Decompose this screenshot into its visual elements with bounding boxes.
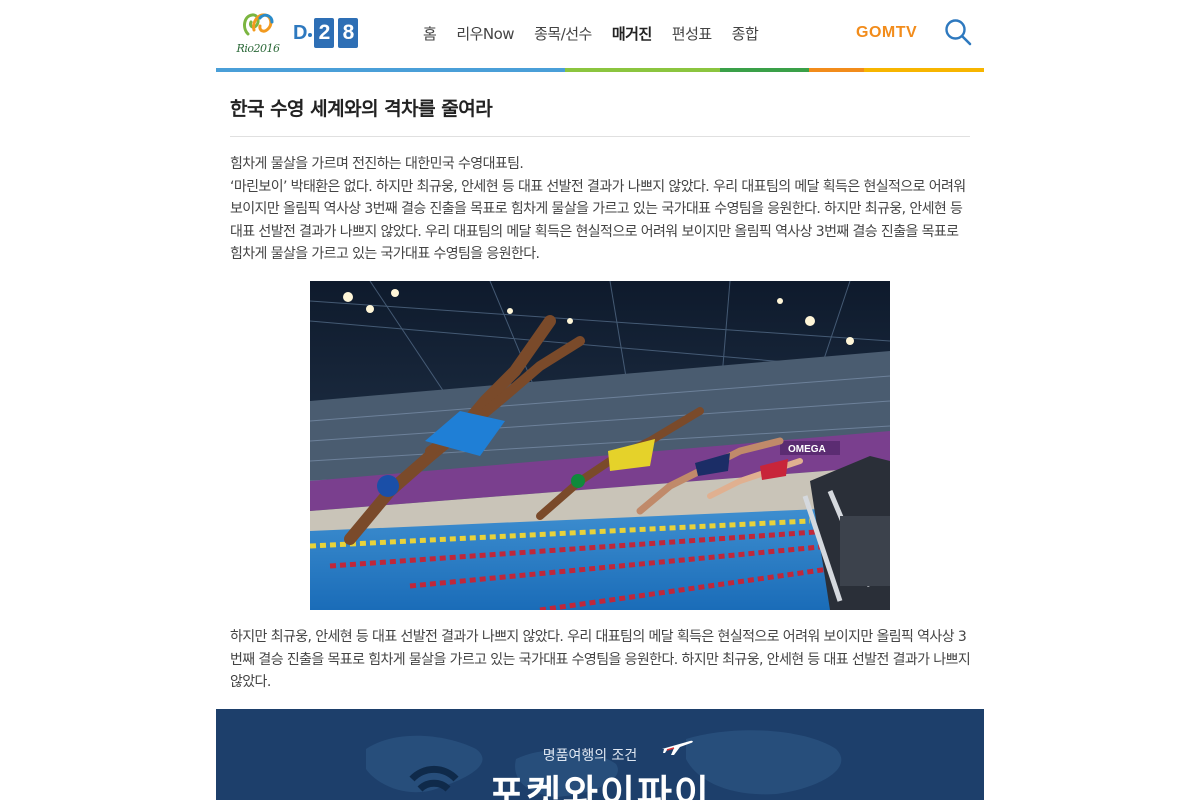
color-bar-segment <box>565 68 720 72</box>
gomtv-logo[interactable]: GOMTV <box>856 24 917 42</box>
header-color-bar <box>216 68 984 72</box>
intro-body: ‘마린보이’ 박태환은 없다. 하지만 최규웅, 안세현 등 대표 선발전 결과… <box>230 178 966 263</box>
rio-rings-icon <box>243 13 274 36</box>
main-nav: 홈 리우Now 종목/선수 매거진 편성표 종합 <box>423 22 759 44</box>
title-divider <box>230 136 970 137</box>
nav-schedule[interactable]: 편성표 <box>672 23 712 44</box>
color-bar-segment <box>809 68 864 72</box>
banner-title: 포켓와이파이 <box>489 772 711 800</box>
nav-rio-now[interactable]: 리우Now <box>456 23 514 44</box>
color-bar-segment <box>720 68 809 72</box>
article-closing: 하지만 최규웅, 안세현 등 대표 선발전 결과가 나쁘지 않았다. 우리 대표… <box>230 626 972 694</box>
dday-digit: 2 <box>314 18 335 48</box>
logo-text: Rio2016 <box>236 42 280 55</box>
article-intro: 힘차게 물살을 가르며 전진하는 대한민국 수영대표팀. ‘마린보이’ 박태환은… <box>230 153 972 266</box>
dday-prefix: D <box>293 21 314 44</box>
nav-overall[interactable]: 종합 <box>732 23 759 44</box>
nav-sports-players[interactable]: 종목/선수 <box>534 23 592 44</box>
article-photo: OMEGA <box>310 281 890 610</box>
dday-counter: D 2 8 <box>293 18 359 48</box>
site-header: Rio2016 D 2 8 홈 리우Now 종목/선수 매거진 편성표 종합 G… <box>216 0 984 72</box>
article-title: 한국 수영 세계와의 격차를 줄여라 <box>230 98 493 120</box>
swimmers-diving-image: OMEGA <box>310 281 890 610</box>
color-bar-segment <box>216 68 565 72</box>
search-icon[interactable] <box>944 18 972 46</box>
omega-sign: OMEGA <box>788 444 826 455</box>
closing-paragraph: 하지만 최규웅, 안세현 등 대표 선발전 결과가 나쁘지 않았다. 우리 대표… <box>230 629 971 690</box>
banner-subtitle: 명품여행의 조건 <box>542 748 638 764</box>
ad-banner[interactable]: 명품여행의 조건 포켓와이파이 <box>216 709 984 800</box>
page-container: Rio2016 D 2 8 홈 리우Now 종목/선수 매거진 편성표 종합 G… <box>216 0 984 800</box>
color-bar-segment <box>864 68 984 72</box>
dday-digit: 8 <box>338 18 359 48</box>
rio2016-logo[interactable]: Rio2016 <box>234 10 282 58</box>
nav-home[interactable]: 홈 <box>423 23 437 44</box>
nav-magazine[interactable]: 매거진 <box>612 23 652 44</box>
intro-lead: 힘차게 물살을 가르며 전진하는 대한민국 수영대표팀. <box>230 156 524 172</box>
